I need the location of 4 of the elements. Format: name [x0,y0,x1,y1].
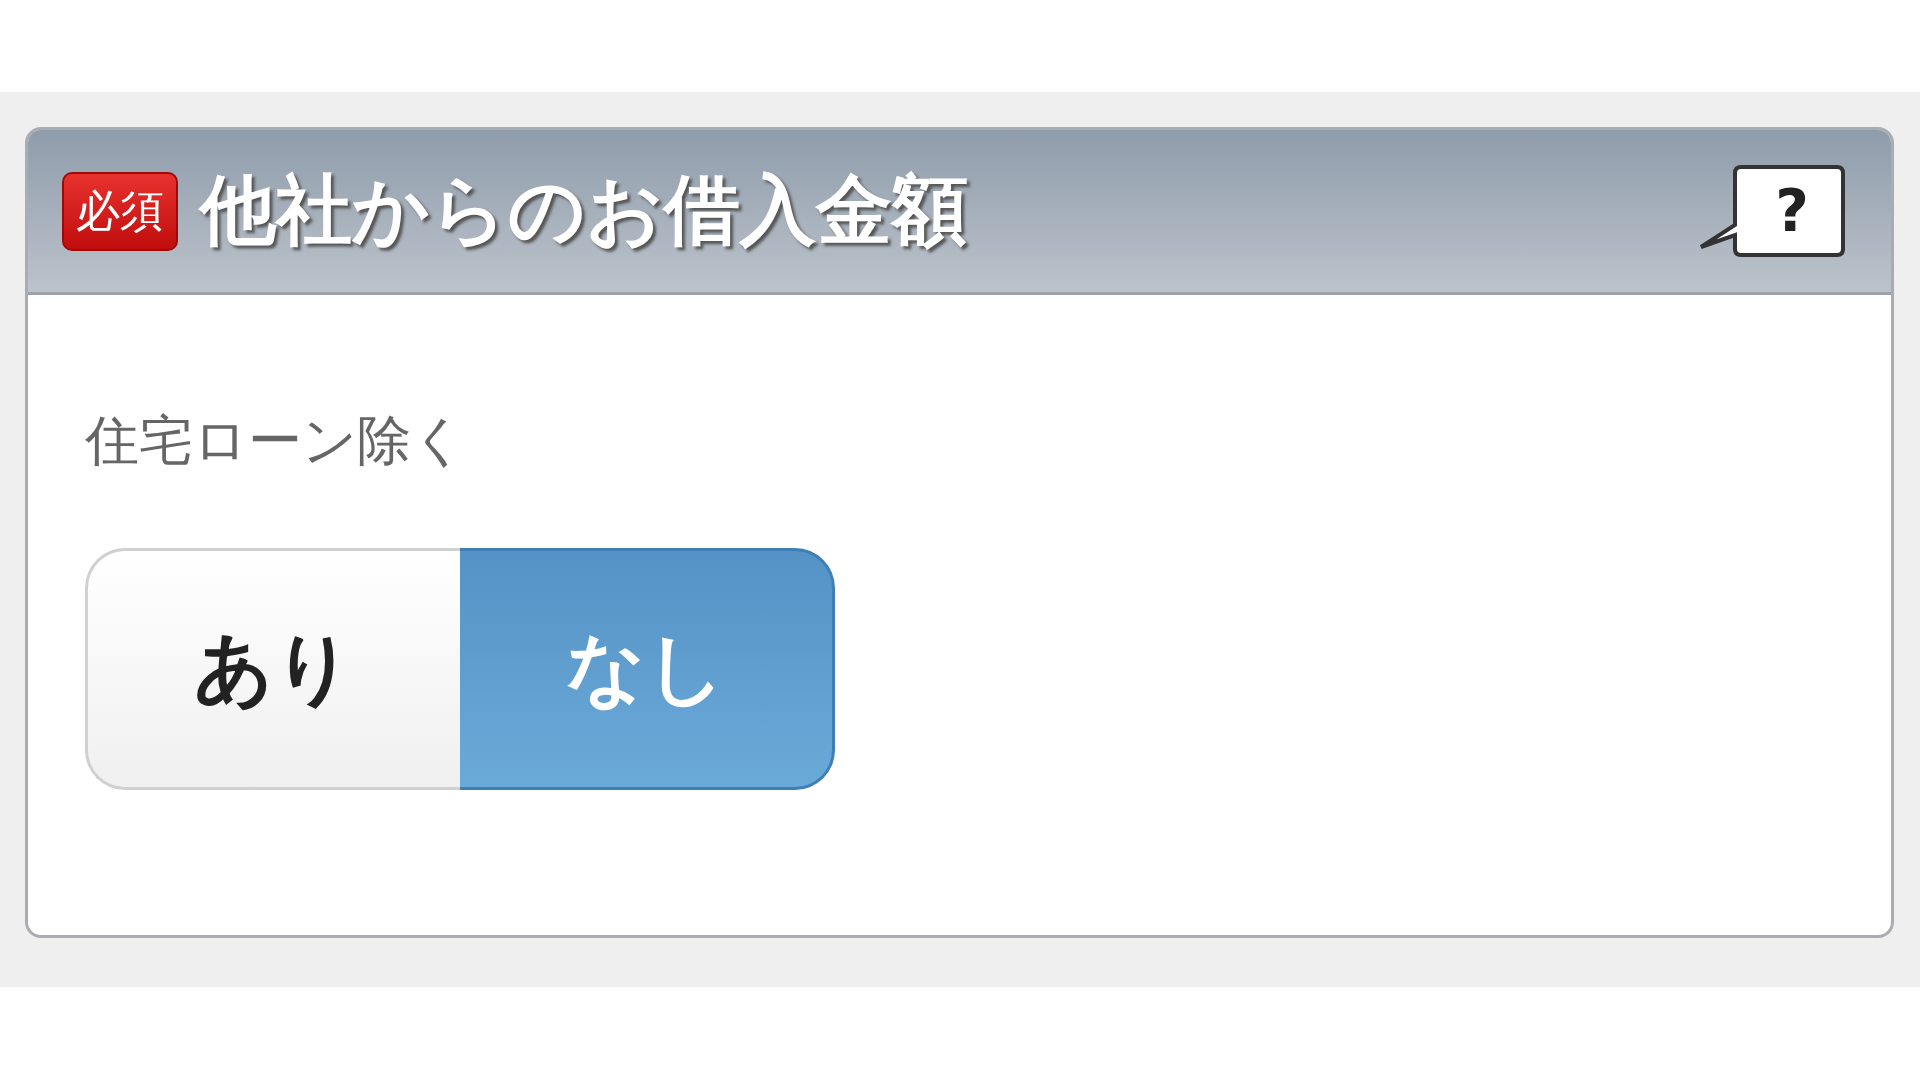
note-text: 住宅ローン除く [85,408,467,474]
toggle-option[interactable]: あり [85,548,460,790]
section-title: 他社からのお借入金額 [200,163,969,256]
required-badge: 必須 [62,171,178,251]
